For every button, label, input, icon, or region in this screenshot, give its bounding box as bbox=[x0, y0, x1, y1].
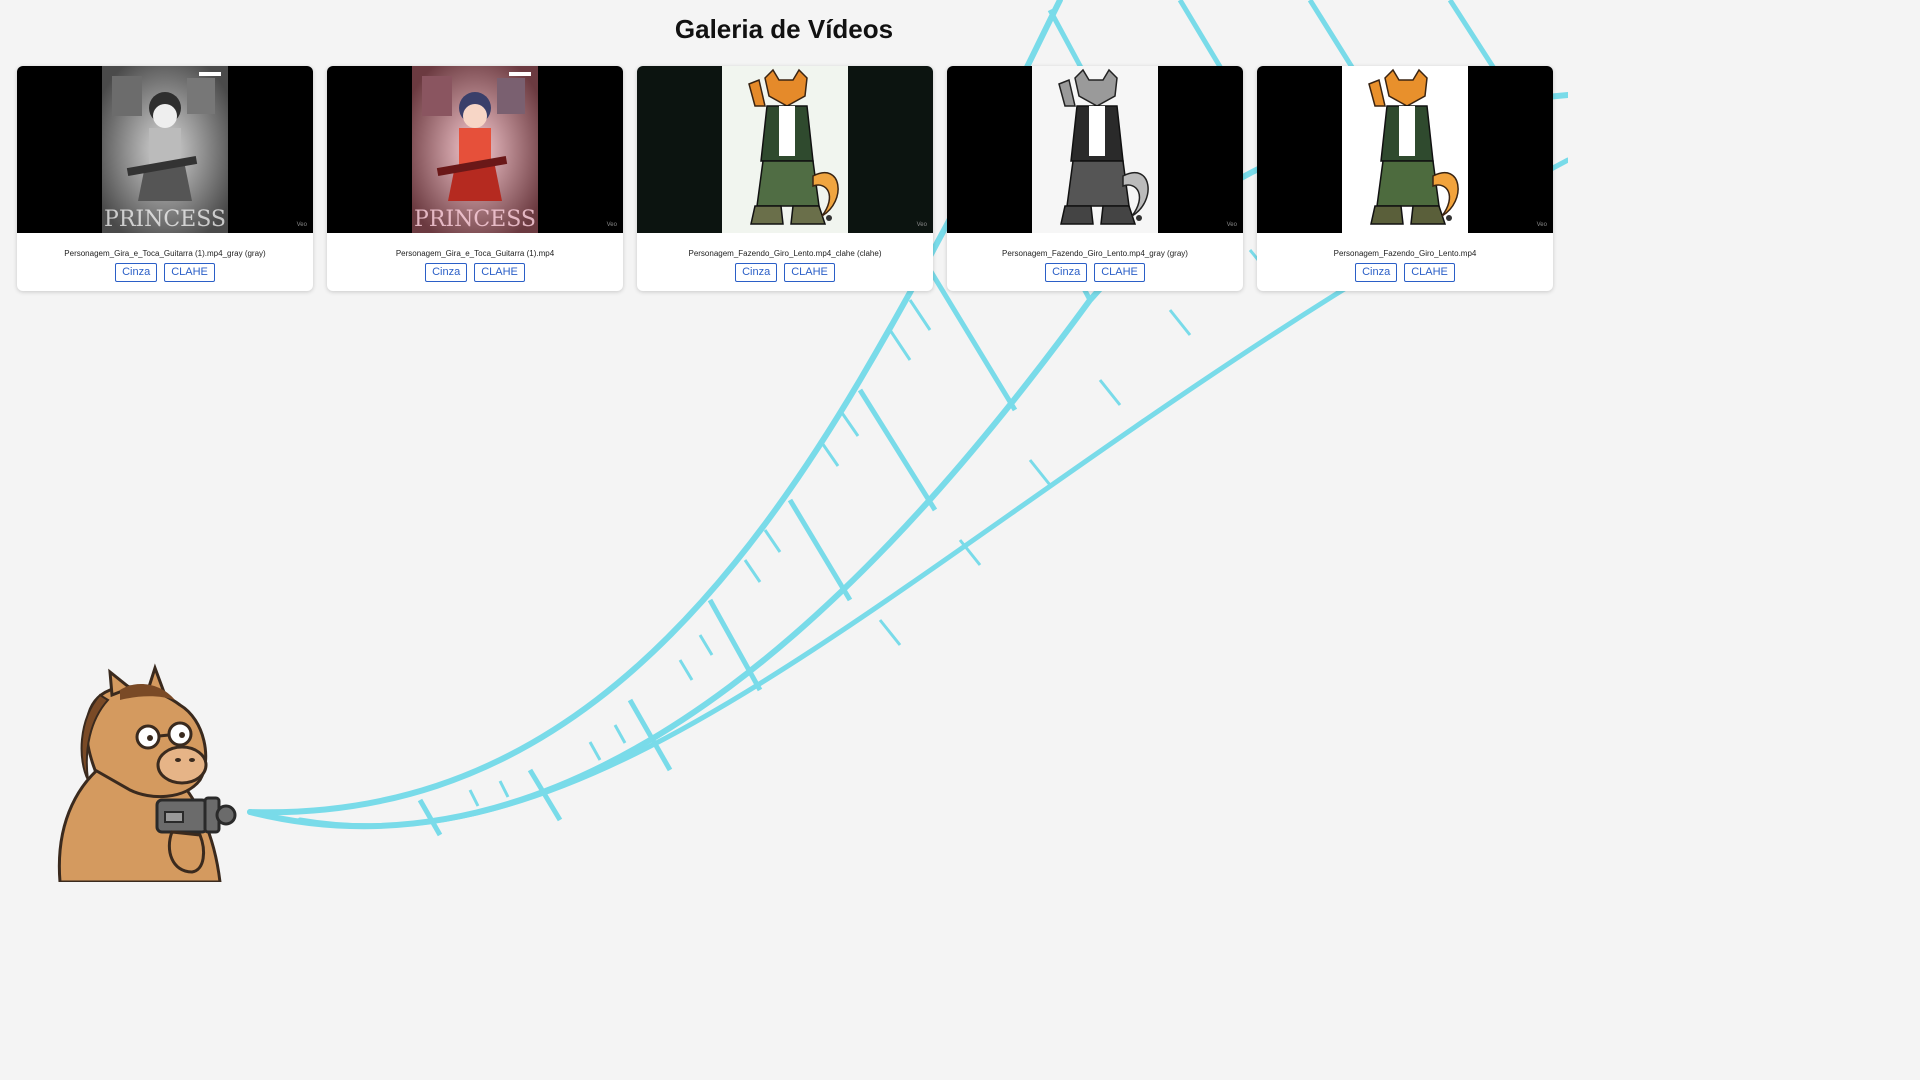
video-caption: Personagem_Fazendo_Giro_Lento.mp4_clahe … bbox=[688, 249, 882, 258]
watermark-label: Veo bbox=[296, 222, 307, 228]
video-thumbnail[interactable]: Veo bbox=[637, 66, 933, 233]
video-caption: Personagem_Fazendo_Giro_Lento.mp4 bbox=[1333, 249, 1477, 258]
video-actions: Cinza CLAHE bbox=[17, 263, 313, 282]
clahe-button[interactable]: CLAHE bbox=[1094, 263, 1145, 282]
video-caption: Personagem_Gira_e_Toca_Guitarra (1).mp4 bbox=[395, 249, 555, 258]
grayscale-button[interactable]: Cinza bbox=[1045, 263, 1088, 282]
grayscale-button[interactable]: Cinza bbox=[425, 263, 468, 282]
video-preview-image: PRINCESS bbox=[412, 66, 538, 233]
video-thumbnail[interactable]: Veo bbox=[947, 66, 1243, 233]
video-actions: Cinza CLAHE bbox=[637, 263, 933, 282]
grayscale-button[interactable]: Cinza bbox=[115, 263, 158, 282]
video-actions: Cinza CLAHE bbox=[327, 263, 623, 282]
video-card: PRINCESS Veo Personagem_Gira_e_Toca_Guit… bbox=[17, 66, 313, 291]
video-card: Veo Personagem_Fazendo_Giro_Lento.mp4 Ci… bbox=[1257, 66, 1553, 291]
video-preview-image bbox=[1342, 66, 1468, 233]
video-preview-image: PRINCESS bbox=[102, 66, 228, 233]
video-preview-image bbox=[1032, 66, 1158, 233]
watermark-label: Veo bbox=[916, 222, 927, 228]
horse-mascot-icon bbox=[57, 663, 237, 882]
clahe-button[interactable]: CLAHE bbox=[1404, 263, 1455, 282]
video-thumbnail[interactable]: PRINCESS Veo bbox=[327, 66, 623, 233]
video-caption: Personagem_Gira_e_Toca_Guitarra (1).mp4_… bbox=[64, 249, 266, 258]
grayscale-button[interactable]: Cinza bbox=[735, 263, 778, 282]
video-card: PRINCESS Veo Personagem_Gira_e_Toca_Guit… bbox=[327, 66, 623, 291]
video-thumbnail[interactable]: PRINCESS Veo bbox=[17, 66, 313, 233]
watermark-label: Veo bbox=[1226, 222, 1237, 228]
video-gallery: PRINCESS Veo Personagem_Gira_e_Toca_Guit… bbox=[17, 66, 1553, 291]
gallery-page: Galeria de Vídeos PRINCESS Veo Personage… bbox=[0, 0, 1568, 882]
video-card: Veo Personagem_Fazendo_Giro_Lento.mp4_cl… bbox=[637, 66, 933, 291]
clahe-button[interactable]: CLAHE bbox=[474, 263, 525, 282]
svg-text:PRINCESS: PRINCESS bbox=[414, 207, 536, 232]
video-actions: Cinza CLAHE bbox=[1257, 263, 1553, 282]
video-thumbnail[interactable]: Veo bbox=[1257, 66, 1553, 233]
video-actions: Cinza CLAHE bbox=[947, 263, 1243, 282]
clahe-button[interactable]: CLAHE bbox=[164, 263, 215, 282]
watermark-label: Veo bbox=[606, 222, 617, 228]
grayscale-button[interactable]: Cinza bbox=[1355, 263, 1398, 282]
video-caption: Personagem_Fazendo_Giro_Lento.mp4_gray (… bbox=[1002, 249, 1188, 258]
video-card: Veo Personagem_Fazendo_Giro_Lento.mp4_gr… bbox=[947, 66, 1243, 291]
page-title: Galeria de Vídeos bbox=[674, 14, 894, 44]
svg-text:PRINCESS: PRINCESS bbox=[104, 207, 226, 232]
clahe-button[interactable]: CLAHE bbox=[784, 263, 835, 282]
video-preview-image bbox=[722, 66, 848, 233]
watermark-label: Veo bbox=[1536, 222, 1547, 228]
